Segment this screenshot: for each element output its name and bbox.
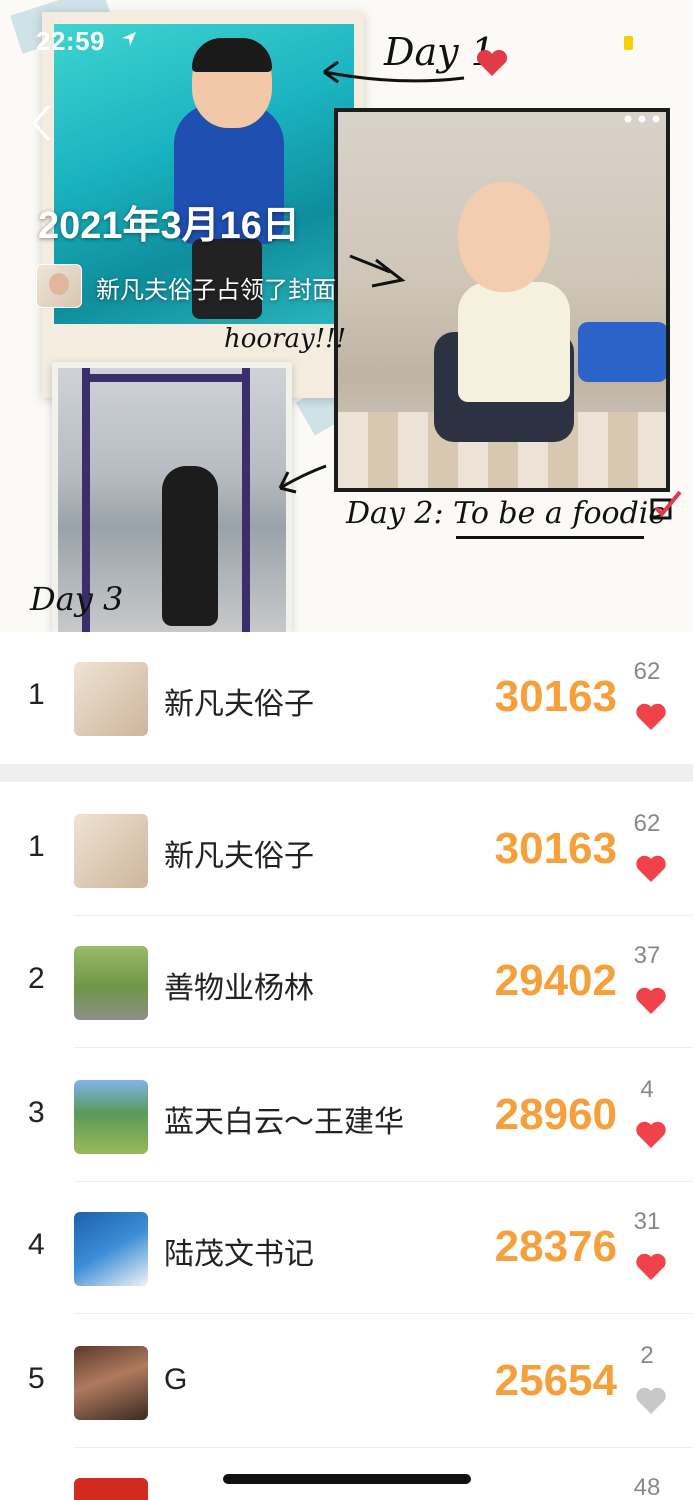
rank-number: 5 [28,1362,45,1395]
day2-caption: Day 2: To be a foodie [346,496,667,531]
status-time: 22:59 [36,26,105,56]
hooray-caption: hooray!!! [224,324,347,354]
heart-icon[interactable] [635,1120,667,1150]
leaderboard-row[interactable]: 4 陆茂文书记 28376 31 [0,1182,693,1314]
more-options-icon[interactable] [622,112,662,126]
user-name: G [164,1363,188,1396]
cover-banner: Day 1 hooray!!! Day 2: To be a foodie Da… [0,0,693,632]
leaderboard-row[interactable]: 2 善物业杨林 29402 37 [0,916,693,1048]
step-count: 30163 [494,824,617,873]
checkbox-doodle-icon [650,490,682,520]
like-count: 62 [633,658,661,685]
like-count: 37 [633,942,661,969]
step-count: 29402 [494,956,617,1005]
avatar[interactable] [74,662,148,736]
user-name: 善物业杨林 [164,972,314,1005]
battery-icon [624,36,633,50]
heart-icon[interactable] [635,854,667,884]
leaderboard-row[interactable]: 5 G 25654 2 [0,1316,693,1448]
step-count: 28376 [494,1222,617,1271]
heart-icon[interactable] [635,1386,667,1416]
rank-number: 4 [28,1228,45,1261]
user-name: 蓝天白云～王建华 [164,1106,404,1139]
user-name: 新凡夫俗子 [164,688,314,721]
child-photo [338,112,666,488]
row-divider [74,1313,693,1314]
back-chevron-icon[interactable] [30,104,52,142]
rank-number: 2 [28,962,45,995]
avatar[interactable] [74,1212,148,1286]
step-count: 30163 [494,672,617,721]
photo-day2 [334,108,670,492]
arrow-doodle-icon [323,60,465,84]
my-rank-row[interactable]: 1 新凡夫俗子 30163 62 [0,632,693,764]
like-count: 31 [633,1208,661,1235]
home-indicator[interactable] [223,1474,471,1484]
location-arrow-icon [122,32,136,46]
like-count: 48 [633,1474,661,1500]
rank-number: 3 [28,1096,45,1129]
section-separator [0,764,693,782]
avatar[interactable] [74,1080,148,1154]
rank-number: 1 [28,678,45,711]
cover-owner-text: 新凡夫俗子占领了封面 [96,277,336,304]
avatar[interactable] [74,1346,148,1420]
avatar[interactable] [74,946,148,1020]
heart-icon[interactable] [635,702,667,732]
step-count: 25654 [494,1356,617,1405]
leaderboard-row[interactable]: 3 蓝天白云～王建华 28960 4 [0,1050,693,1182]
like-count: 4 [640,1076,654,1103]
rank-number: 1 [28,830,45,863]
row-divider [74,1447,693,1448]
leaderboard-row[interactable]: 1 新凡夫俗子 30163 62 [0,784,693,916]
user-name: 新凡夫俗子 [164,840,314,873]
step-count: 28960 [494,1090,617,1139]
cover-owner-avatar[interactable] [36,264,82,308]
heart-doodle-icon [476,49,508,76]
row-divider [74,1047,693,1048]
arrow-doodle-icon [278,464,327,494]
caption-underline [456,536,644,539]
heart-icon[interactable] [635,986,667,1016]
avatar[interactable] [74,814,148,888]
arrow-doodle-icon [349,254,406,288]
like-count: 2 [640,1342,654,1369]
cover-date: 2021年3月16日 [38,205,300,247]
avatar[interactable] [74,1478,148,1500]
day3-caption: Day 3 [30,580,124,618]
heart-icon[interactable] [635,1252,667,1282]
user-name: 陆茂文书记 [164,1238,314,1271]
like-count: 62 [633,810,661,837]
